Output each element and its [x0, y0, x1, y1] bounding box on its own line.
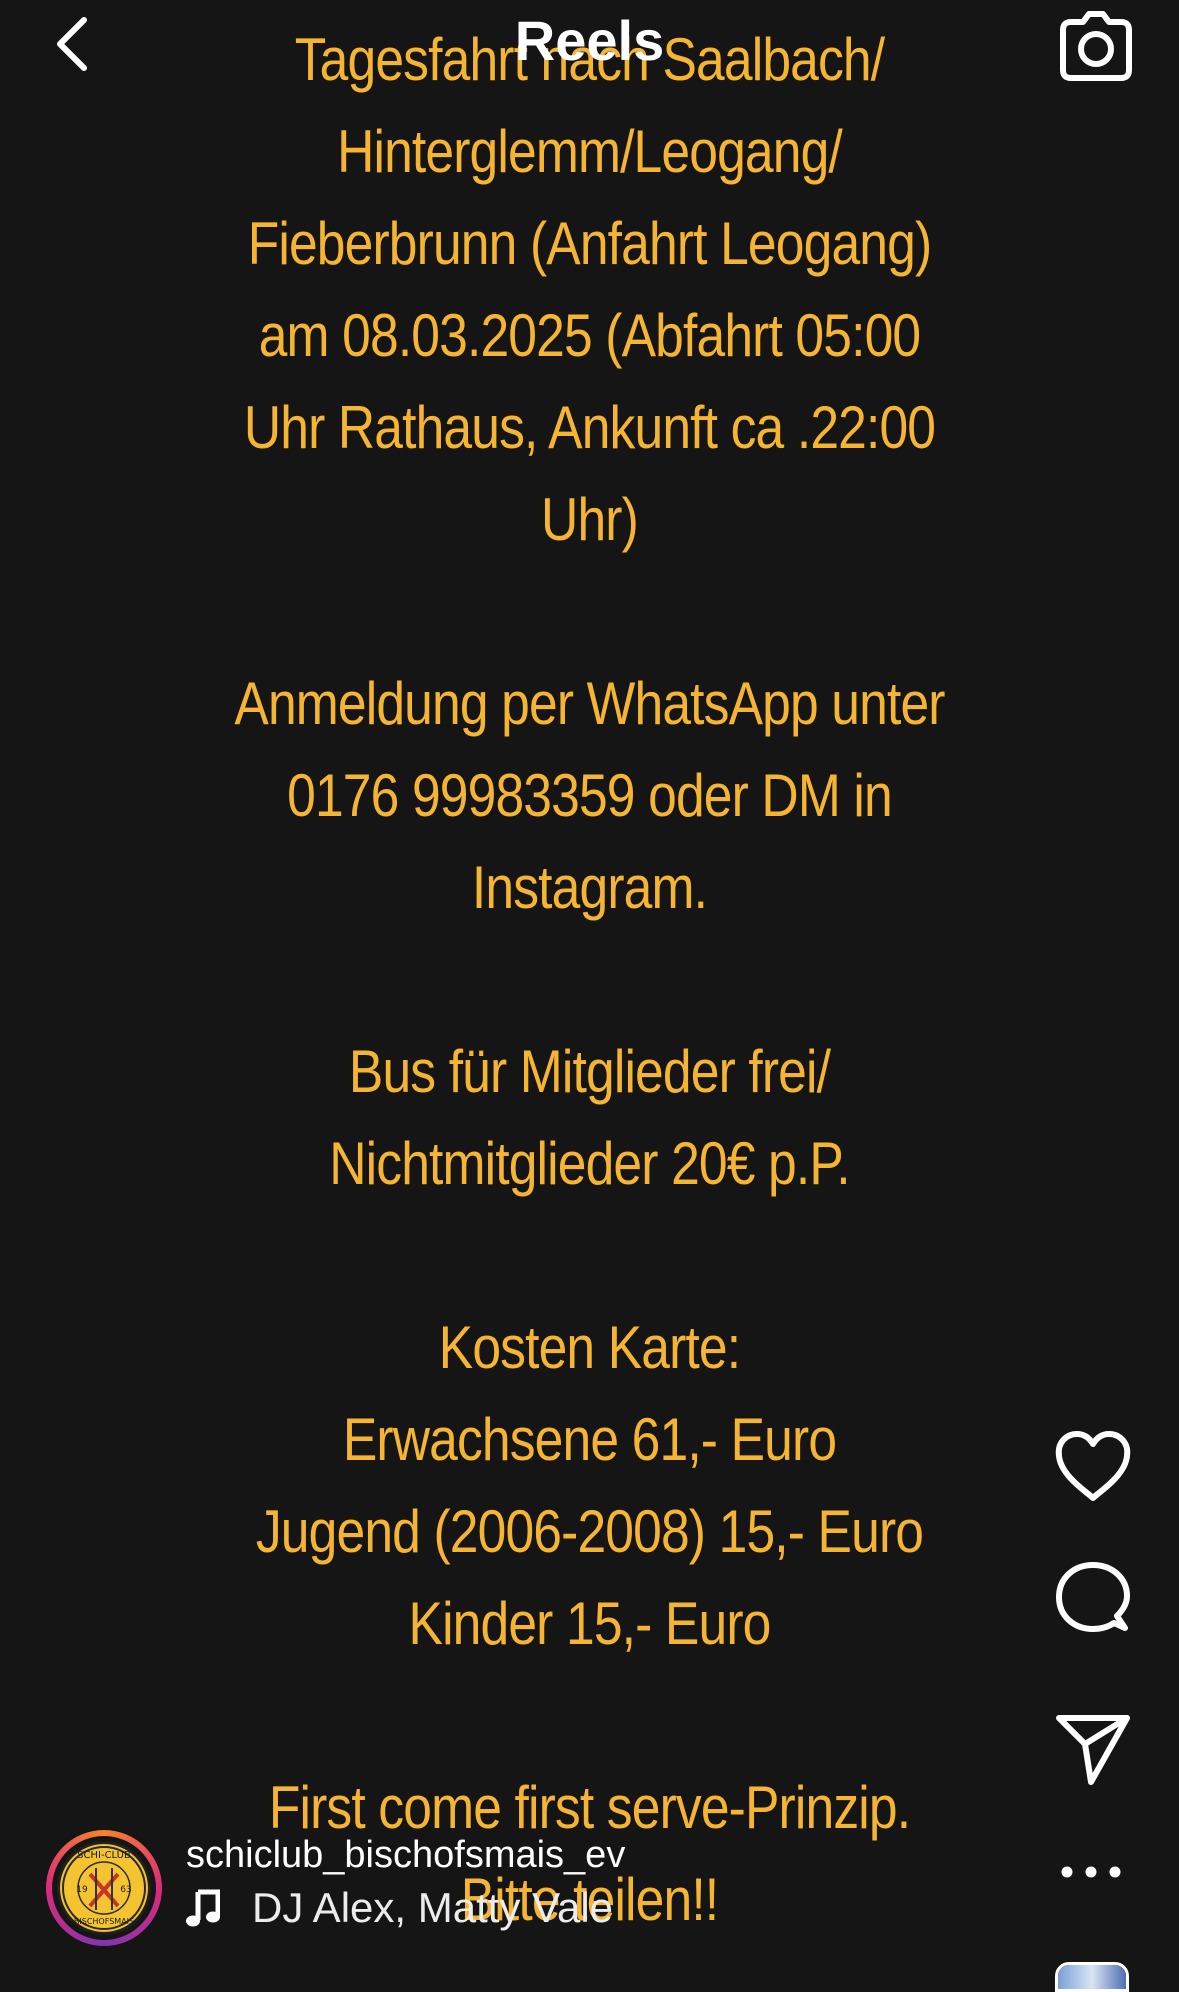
caption-line: Anmeldung per WhatsApp unter	[234, 670, 945, 737]
author-username[interactable]: schiclub_bischofsmais_ev	[186, 1834, 625, 1877]
caption-line: Erwachsene 61,- Euro	[342, 1406, 837, 1473]
club-logo: SCHI-CLUB 19 63 BISCHOFSMAIS	[57, 1841, 151, 1935]
logo-year-right: 63	[120, 1885, 131, 1895]
caption-line: Nichtmitglieder 20€ p.P.	[329, 1130, 850, 1197]
caption-line: Jugend (2006-2008) 15,- Euro	[255, 1498, 924, 1565]
audio-thumbnail[interactable]	[1055, 1962, 1129, 1992]
avatar[interactable]: SCHI-CLUB 19 63 BISCHOFSMAIS	[46, 1830, 162, 1946]
more-options-button[interactable]	[1059, 1860, 1123, 1884]
camera-button[interactable]	[1059, 8, 1133, 82]
caption-line: Kosten Karte:	[438, 1314, 741, 1381]
caption-line: 0176 99983359 oder DM in	[287, 762, 893, 829]
caption-line: Uhr)	[541, 486, 639, 553]
page-title: Reels	[514, 9, 665, 72]
logo-text-bottom: BISCHOFSMAIS	[74, 1917, 134, 1926]
more-horizontal-icon	[1061, 1866, 1121, 1878]
logo-text-top: SCHI-CLUB	[77, 1850, 131, 1861]
camera-icon	[1060, 11, 1132, 81]
like-button[interactable]	[1053, 1428, 1133, 1508]
share-button[interactable]	[1053, 1710, 1133, 1790]
comment-button[interactable]	[1053, 1560, 1133, 1640]
reel-caption-text: Tagesfahrt nach Saalbach/ Hinterglemm/Le…	[83, 14, 1097, 1946]
caption-line: Kinder 15,- Euro	[408, 1590, 772, 1657]
comment-icon	[1056, 1562, 1130, 1632]
caption-line: Instagram.	[471, 854, 708, 921]
caption-line: Uhr Rathaus, Ankunft ca .22:00	[243, 394, 936, 461]
heart-icon	[1055, 1431, 1131, 1501]
audio-track-label[interactable]: DJ Alex, Matty Vale	[252, 1884, 613, 1932]
caption-line: Fieberbrunn (Anfahrt Leogang)	[247, 210, 932, 277]
send-icon	[1056, 1715, 1130, 1785]
caption-line: Bus für Mitglieder frei/	[348, 1038, 831, 1105]
caption-line: Hinterglemm/Leogang/	[337, 118, 843, 185]
music-note-icon	[186, 1889, 221, 1927]
logo-year-left: 19	[76, 1885, 88, 1895]
caption-line: am 08.03.2025 (Abfahrt 05:00	[258, 302, 921, 369]
audio-button[interactable]	[186, 1888, 221, 1928]
